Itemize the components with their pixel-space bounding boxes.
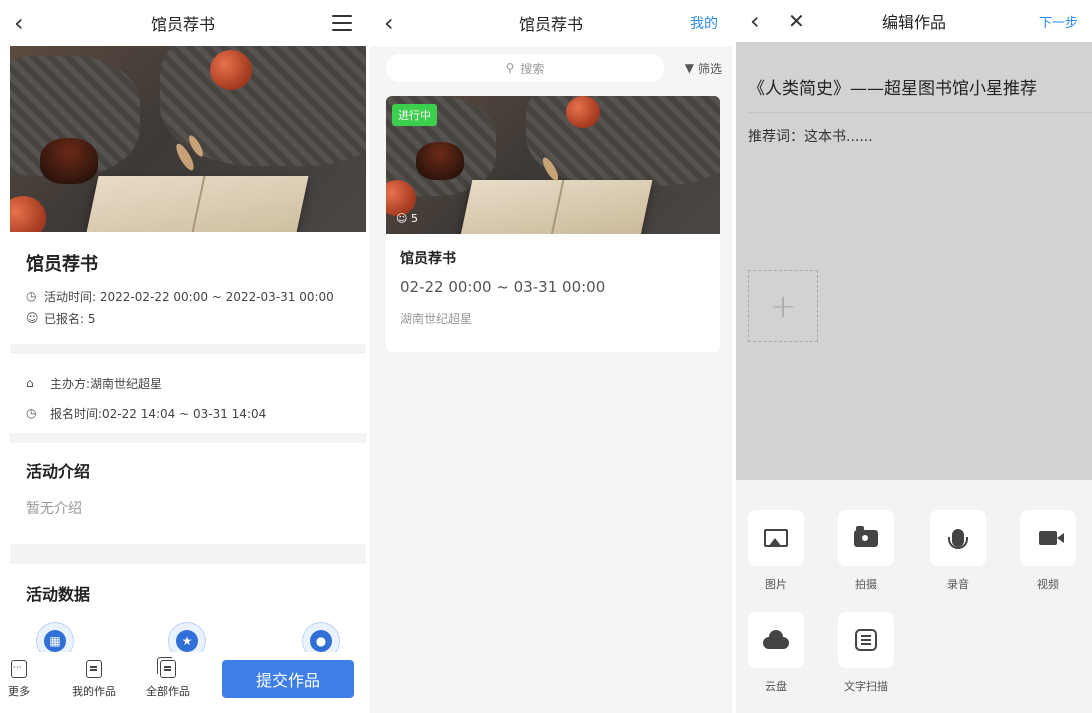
search-icon: ⚲ [505, 61, 515, 75]
person-icon: ☺ [26, 311, 39, 325]
tool-camera[interactable]: 拍摄 [838, 510, 894, 592]
activity-info: 馆员荐书 ◷ 活动时间: 2022-02-22 00:00 ~ 2022-03-… [26, 250, 356, 329]
activity-list-screen: ‹ 馆员荐书 我的 ⚲ 搜索 ▼ 筛选 进行中 ☺ 5 馆员荐书 02-22 0… [366, 0, 732, 713]
section-divider [10, 544, 366, 564]
section-divider [10, 344, 366, 354]
page-title: 馆员荐书 [150, 15, 215, 34]
signed-up-row: ☺ 已报名: 5 [26, 307, 356, 329]
participant-count-value: 5 [410, 212, 418, 225]
submit-work-button[interactable]: 提交作品 [222, 660, 354, 698]
clock-icon: ◷ [26, 289, 37, 303]
filter-label: 筛选 [697, 61, 722, 76]
microphone-icon [948, 529, 968, 549]
host-row: ⌂ 主办方:湖南世纪超星 [26, 368, 356, 398]
menu-icon[interactable] [332, 15, 352, 31]
back-icon[interactable]: ‹ [750, 0, 760, 42]
tool-record-label: 录音 [947, 578, 969, 591]
tool-image-label: 图片 [765, 578, 787, 591]
tool-video[interactable]: 视频 [1020, 510, 1076, 592]
close-icon[interactable]: ✕ [788, 0, 805, 42]
tab-my-works-label: 我的作品 [72, 685, 116, 698]
page-title: 馆员荐书 [518, 15, 583, 34]
back-icon[interactable]: ‹ [384, 0, 394, 46]
tab-all-works-label: 全部作品 [146, 685, 190, 698]
data-heading: 活动数据 [26, 585, 91, 604]
tab-more[interactable]: 更多 [8, 660, 30, 699]
camera-icon [854, 525, 878, 547]
document-icon [86, 660, 102, 678]
status-badge: 进行中 [392, 104, 437, 126]
tool-camera-label: 拍摄 [855, 578, 877, 591]
tool-scan-label: 文字扫描 [844, 680, 888, 693]
search-placeholder: 搜索 [520, 61, 545, 76]
card-title: 馆员荐书 [400, 251, 456, 267]
person-icon: ☺ [396, 212, 408, 225]
intro-content: 暂无介绍 [26, 501, 82, 517]
cloud-icon [763, 630, 789, 649]
image-icon [764, 529, 788, 547]
search-input[interactable]: ⚲ 搜索 [386, 54, 664, 82]
documents-icon [157, 657, 176, 678]
back-icon[interactable]: ‹ [14, 0, 24, 46]
host-text: 主办方:湖南世纪超星 [50, 376, 163, 391]
plus-icon: + [769, 287, 797, 325]
work-body-field[interactable]: 推荐词：这本书...... [748, 126, 873, 146]
participant-count: ☺ 5 [396, 212, 418, 225]
scan-icon [855, 629, 877, 651]
card-org: 湖南世纪超星 [400, 312, 473, 326]
filter-icon: ▼ [684, 61, 694, 75]
activity-cover-image [10, 46, 366, 232]
navbar: ‹ ✕ 编辑作品 下一步 [736, 0, 1092, 42]
tool-record[interactable]: 录音 [930, 510, 986, 592]
my-button[interactable]: 我的 [690, 0, 718, 46]
tab-more-label: 更多 [8, 685, 30, 698]
activity-title: 馆员荐书 [26, 254, 98, 275]
tab-all-works[interactable]: 全部作品 [146, 657, 190, 699]
signup-time-row: ◷ 报名时间:02-22 14:04 ~ 03-31 14:04 [26, 398, 356, 428]
activity-detail-screen: ‹ 馆员荐书 馆员荐书 ◷ 活动时间: 2022-02-22 00:00 ~ 2… [0, 0, 366, 713]
work-title-field[interactable]: 《人类简史》——超星图书馆小星推荐 [748, 74, 1037, 99]
organizer-info: ⌂ 主办方:湖南世纪超星 ◷ 报名时间:02-22 14:04 ~ 03-31 … [26, 368, 356, 428]
home-icon: ⌂ [26, 376, 34, 390]
screens: ‹ 馆员荐书 馆员荐书 ◷ 活动时间: 2022-02-22 00:00 ~ 2… [0, 0, 1092, 713]
signed-up-count: 已报名: 5 [44, 311, 96, 326]
editor-area[interactable]: 《人类简史》——超星图书馆小星推荐 推荐词：这本书...... + [736, 42, 1092, 480]
navbar: ‹ 馆员荐书 [0, 0, 366, 46]
section-divider [10, 433, 366, 443]
more-icon [11, 660, 27, 678]
activity-time-row: ◷ 活动时间: 2022-02-22 00:00 ~ 2022-03-31 00… [26, 285, 356, 307]
clock-icon: ◷ [26, 406, 37, 420]
add-media-button[interactable]: + [748, 270, 818, 342]
title-divider [748, 112, 1092, 113]
navbar: ‹ 馆员荐书 我的 [370, 0, 732, 46]
edit-work-screen: ‹ ✕ 编辑作品 下一步 《人类简史》——超星图书馆小星推荐 推荐词：这本书..… [736, 0, 1092, 713]
filter-button[interactable]: ▼ 筛选 [685, 54, 722, 82]
tool-video-label: 视频 [1037, 578, 1059, 591]
video-icon [1039, 531, 1064, 545]
page-title: 编辑作品 [881, 13, 946, 32]
tool-cloud[interactable]: 云盘 [748, 612, 804, 694]
activity-card[interactable]: 进行中 ☺ 5 馆员荐书 02-22 00:00 ~ 03-31 00:00 湖… [386, 96, 720, 352]
card-time: 02-22 00:00 ~ 03-31 00:00 [400, 278, 606, 296]
tool-image[interactable]: 图片 [748, 510, 804, 592]
signup-time-text: 报名时间:02-22 14:04 ~ 03-31 14:04 [50, 406, 267, 421]
next-step-button[interactable]: 下一步 [1039, 0, 1078, 42]
media-toolbar: 图片 拍摄 录音 视频 云盘 文字扫描 [736, 480, 1092, 713]
tool-cloud-label: 云盘 [765, 680, 787, 693]
intro-heading: 活动介绍 [26, 462, 91, 481]
tool-scan[interactable]: 文字扫描 [838, 612, 894, 694]
search-row: ⚲ 搜索 ▼ 筛选 [384, 54, 732, 82]
tab-my-works[interactable]: 我的作品 [72, 660, 116, 699]
activity-time: 活动时间: 2022-02-22 00:00 ~ 2022-03-31 00:0… [44, 289, 334, 304]
